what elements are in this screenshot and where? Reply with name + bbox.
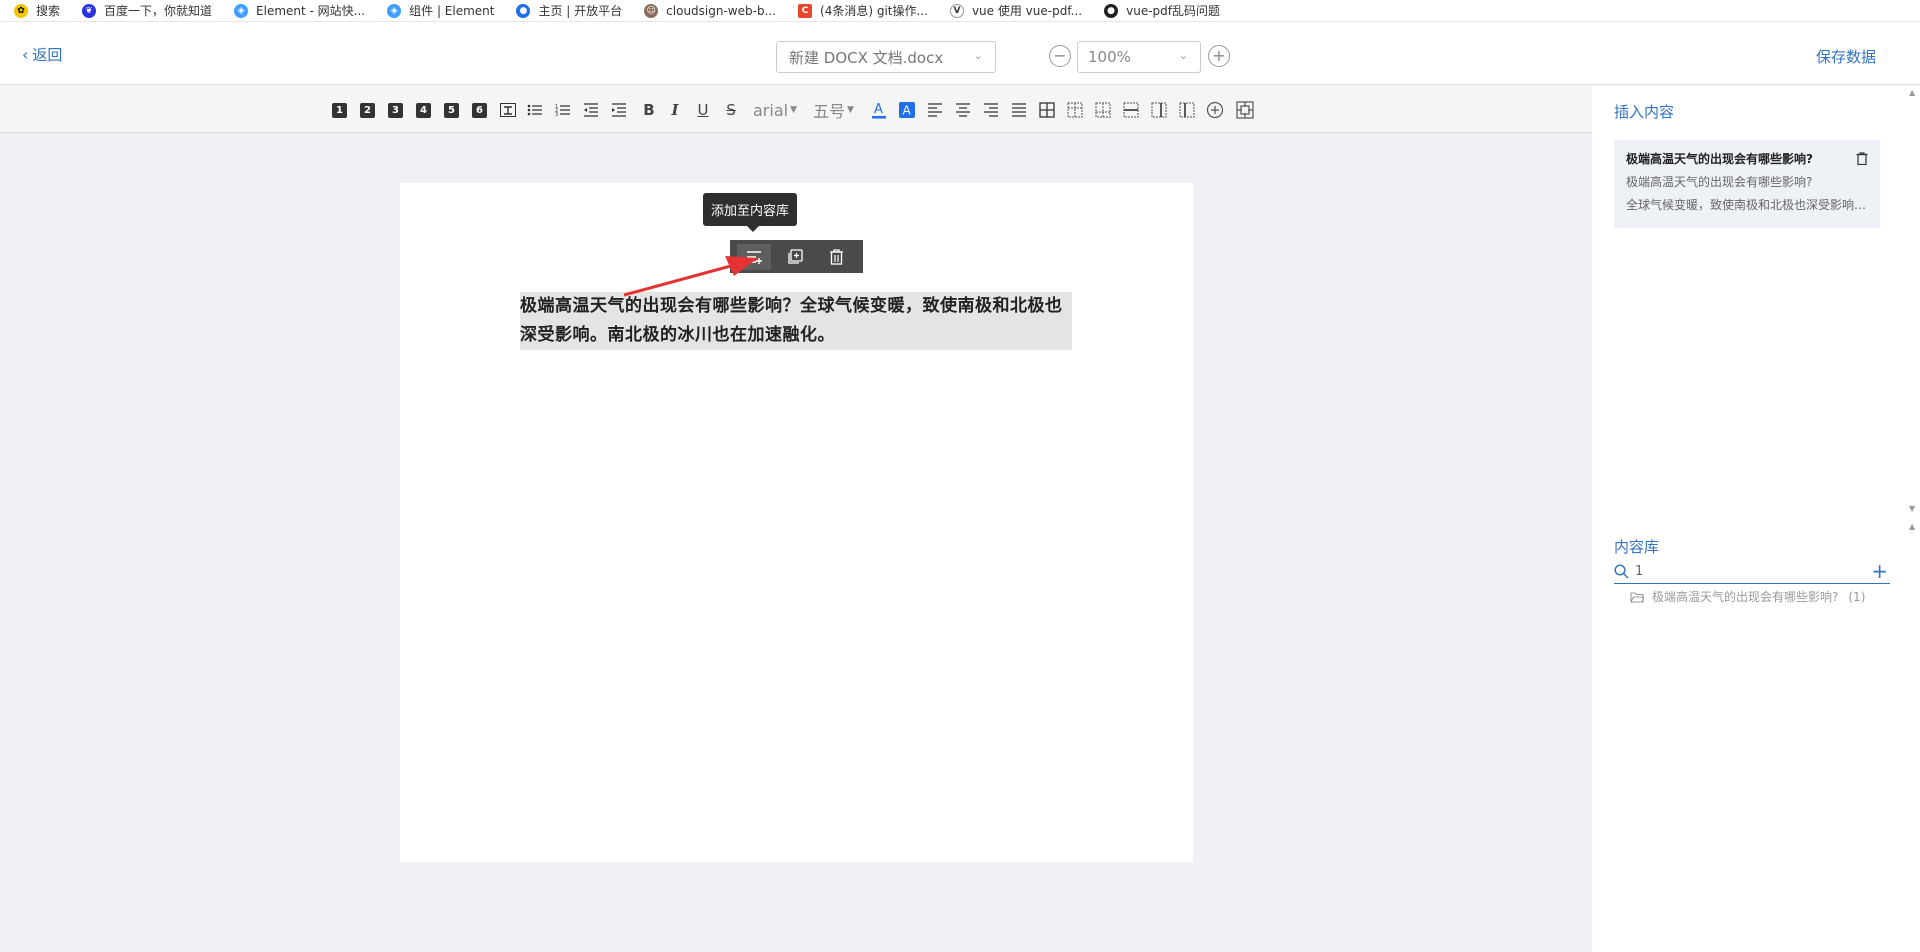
folder-open-icon (1630, 591, 1644, 603)
add-to-library-tooltip: 添加至内容库 (703, 193, 798, 232)
bookmark-3[interactable]: ◈ 组件 | Element (387, 2, 494, 19)
bookmark-7[interactable]: Vvue 使用 vue-pdf... (949, 2, 1082, 19)
back-button[interactable]: ‹ 返回 (22, 44, 62, 65)
chevron-down-icon: ⌄ (1178, 49, 1188, 62)
content-card[interactable]: 极端高温天气的出现会有哪些影响? 极端高温天气的出现会有哪些影响? 全球气候变暖… (1614, 140, 1880, 228)
copy-block-button[interactable] (778, 244, 812, 270)
paragraph-icon[interactable] (499, 100, 517, 120)
scroll-up-icon[interactable]: ▲ (1909, 522, 1915, 531)
content-library-title: 内容库 (1614, 538, 1660, 556)
svg-text:A: A (874, 102, 883, 117)
card-title: 极端高温天气的出现会有哪些影响? (1626, 152, 1813, 166)
bookmark-icon: ✿ (14, 3, 28, 18)
document-page[interactable] (400, 183, 1193, 862)
table-delete-column-icon[interactable] (1178, 100, 1196, 120)
card-line-2: 全球气候变暖，致使南极和北极也深受影响。南北极的冰川也在加速融化。 (1626, 198, 1868, 212)
save-data-button[interactable]: 保存数据 (1816, 46, 1876, 67)
table-insert-row-above-icon[interactable] (1066, 100, 1084, 120)
svg-text:3: 3 (555, 112, 558, 117)
highlight-color-icon[interactable]: A (898, 100, 916, 120)
merge-cells-icon[interactable] (1236, 100, 1254, 120)
card-delete-button[interactable] (1856, 150, 1868, 169)
card-line-1: 极端高温天气的出现会有哪些影响? (1626, 175, 1813, 189)
add-circle-icon[interactable] (1206, 100, 1224, 120)
indent-icon[interactable] (610, 100, 628, 120)
element-icon: ◈ (234, 3, 249, 18)
italic-button[interactable]: I (666, 100, 684, 120)
pin-icon: ● (516, 3, 531, 18)
underline-button[interactable]: U (694, 100, 712, 120)
right-sidebar: 插入内容 极端高温天气的出现会有哪些影响? 极端高温天气的出现会有哪些影响? 全… (1592, 86, 1920, 952)
baidu-paw-icon: ❦ (82, 3, 97, 18)
heading-6-button[interactable]: 6 (472, 103, 487, 118)
insert-content-title: 插入内容 (1614, 103, 1675, 121)
trash-icon (829, 248, 843, 265)
zoom-in-button[interactable]: + (1208, 45, 1230, 67)
font-color-icon[interactable]: A (870, 100, 888, 120)
library-search-input[interactable] (1635, 564, 1855, 579)
library-folder-item[interactable]: 极端高温天气的出现会有哪些影响? (1) (1630, 588, 1865, 605)
heading-4-button[interactable]: 4 (416, 103, 431, 118)
bullet-list-icon[interactable] (526, 100, 544, 120)
bold-button[interactable]: B (640, 100, 658, 120)
app-header: ‹ 返回 新建 DOCX 文档.docx ⌄ − 100% ⌄ + 保存数据 (0, 22, 1920, 85)
csdn-icon: C (798, 3, 813, 18)
table-icon[interactable] (1038, 100, 1056, 120)
strikethrough-button[interactable]: S (722, 100, 740, 120)
caret-down-icon: ▼ (790, 105, 797, 115)
svg-text:A: A (903, 104, 912, 118)
copy-add-icon (788, 248, 803, 264)
align-left-icon[interactable] (926, 100, 944, 120)
selected-paragraph[interactable]: 极端高温天气的出现会有哪些影响？全球气候变暖，致使南极和北极也深受影响。南北极的… (520, 292, 1072, 350)
ordered-list-icon[interactable]: 123 (554, 100, 572, 120)
font-size-select[interactable]: 五号 ▼ (813, 100, 854, 121)
heading-3-button[interactable]: 3 (388, 103, 403, 118)
table-insert-row-below-icon[interactable] (1094, 100, 1112, 120)
element-icon: ◈ (387, 3, 402, 18)
delete-block-button[interactable] (819, 244, 853, 270)
outdent-icon[interactable] (582, 100, 600, 120)
chevron-left-icon: ‹ (22, 45, 29, 64)
align-justify-icon[interactable] (1010, 100, 1028, 120)
scroll-down-icon[interactable]: ▼ (1909, 504, 1915, 513)
github-icon: ● (1104, 3, 1119, 18)
zoom-out-button[interactable]: − (1049, 45, 1071, 67)
bookmark-8[interactable]: ● vue-pdf乱码问题 (1104, 2, 1220, 19)
table-insert-column-icon[interactable] (1150, 100, 1168, 120)
annotation-arrow-icon (623, 256, 758, 297)
avatar-icon: ☺ (644, 3, 659, 18)
editor-toolbar: 1 2 3 4 5 6 123 B I U S arial ▼ 五号 ▼ A A (0, 86, 1592, 133)
heading-1-button[interactable]: 1 (332, 103, 347, 118)
caret-down-icon: ▼ (847, 105, 854, 115)
zoom-select[interactable]: 100% ⌄ (1077, 41, 1201, 73)
chevron-down-icon: ⌄ (973, 49, 983, 62)
bookmark-4[interactable]: ● 主页 | 开放平台 (516, 2, 622, 19)
align-center-icon[interactable] (954, 100, 972, 120)
library-search: + (1614, 559, 1890, 584)
vue-icon: V (949, 3, 964, 18)
bookmarks-bar: ✿ 搜索 ❦ 百度一下，你就知道 ◈ Element - 网站快... ◈ 组件 | E… (0, 0, 1920, 22)
bookmark-2[interactable]: ◈ Element - 网站快... (234, 2, 365, 19)
search-icon (1614, 564, 1629, 579)
heading-2-button[interactable]: 2 (360, 103, 375, 118)
scroll-up-icon[interactable]: ▲ (1909, 88, 1915, 97)
align-right-icon[interactable] (982, 100, 1000, 120)
table-delete-row-icon[interactable] (1122, 100, 1140, 120)
file-select[interactable]: 新建 DOCX 文档.docx ⌄ (776, 41, 996, 73)
bookmark-5[interactable]: ☺ cloudsign-web-b... (644, 3, 776, 18)
bookmark-6[interactable]: C (4条消息) git操作... (798, 2, 928, 19)
bookmark-1[interactable]: ❦ 百度一下，你就知道 (82, 2, 212, 19)
add-folder-button[interactable]: + (1871, 559, 1888, 583)
trash-icon (1856, 152, 1868, 166)
heading-5-button[interactable]: 5 (444, 103, 459, 118)
bookmark-0[interactable]: ✿ 搜索 (14, 2, 60, 19)
font-family-select[interactable]: arial ▼ (753, 100, 797, 120)
